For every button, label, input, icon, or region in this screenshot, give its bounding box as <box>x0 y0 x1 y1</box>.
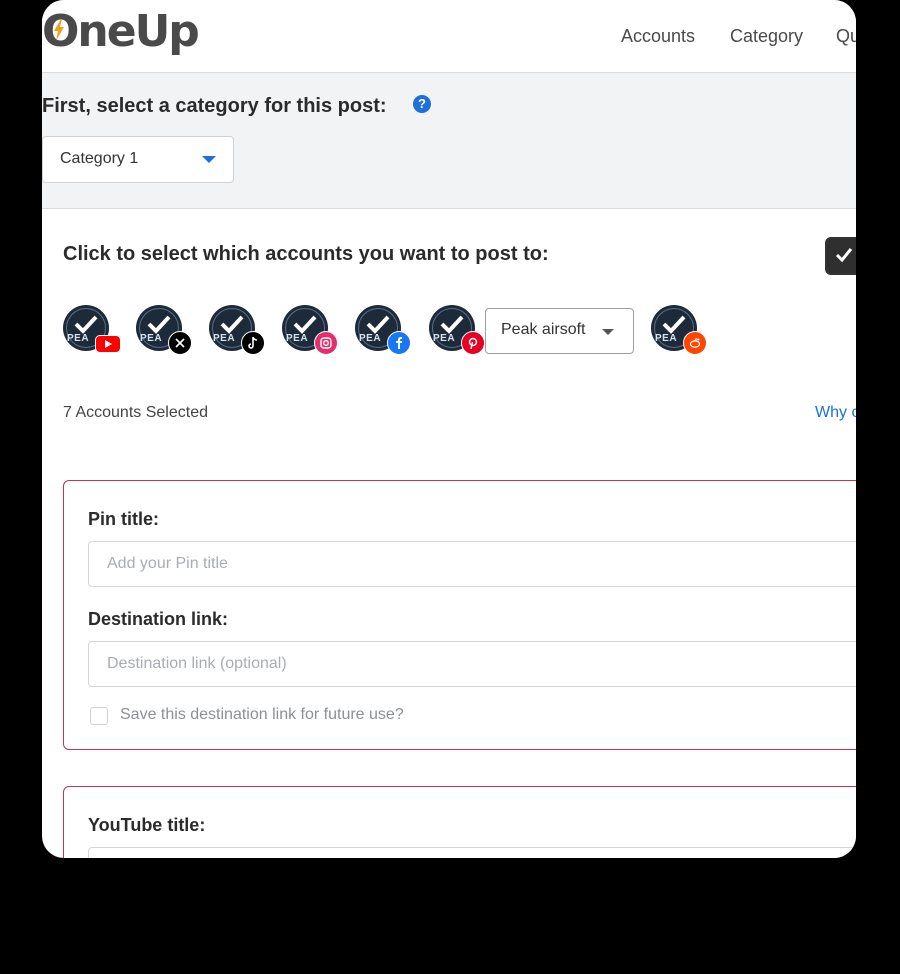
account-youtube[interactable]: PEA <box>63 305 121 353</box>
category-dropdown[interactable]: Category 1 <box>42 136 234 183</box>
category-prompt: First, select a category for this post: <box>42 95 387 117</box>
oneup-logo[interactable]: OneUp <box>42 6 200 57</box>
account-pinterest[interactable]: PEA <box>429 305 485 355</box>
facebook-icon <box>387 331 411 355</box>
caret-down-icon <box>202 156 216 163</box>
why-link[interactable]: Why c <box>815 404 856 422</box>
youtube-title-input[interactable] <box>89 848 856 858</box>
nav-category[interactable]: Category <box>730 26 803 47</box>
checkmark-icon <box>440 315 464 334</box>
instagram-icon <box>314 331 338 355</box>
x-icon <box>168 331 192 355</box>
top-header: OneUp Accounts Category Qu <box>42 0 856 73</box>
bolt-icon <box>54 19 64 41</box>
reddit-icon <box>683 331 707 355</box>
checkmark-icon <box>662 315 686 334</box>
app-window: OneUp Accounts Category Qu First, select… <box>42 0 856 858</box>
save-destination-label: Save this destination link for future us… <box>120 706 404 723</box>
youtube-title-label: YouTube title: <box>88 815 206 835</box>
save-destination-checkbox[interactable] <box>90 707 108 725</box>
nav-accounts[interactable]: Accounts <box>621 26 695 47</box>
pinterest-options-card: Pin title: Destination link: Save this d… <box>63 480 856 750</box>
checkmark-icon <box>366 315 390 334</box>
youtube-title-field[interactable] <box>88 847 856 858</box>
account-reddit[interactable]: PEA <box>651 305 707 355</box>
pinterest-board-dropdown[interactable]: Peak airsoft <box>485 308 634 354</box>
checkmark-icon <box>293 315 317 334</box>
accounts-prompt: Click to select which accounts you want … <box>63 243 549 265</box>
youtube-icon <box>95 335 121 353</box>
help-icon[interactable]: ? <box>413 95 431 113</box>
pin-title-input[interactable] <box>89 542 856 586</box>
destination-link-label: Destination link: <box>88 609 229 629</box>
account-facebook[interactable]: PEA <box>355 305 411 355</box>
nav-queue[interactable]: Qu <box>836 26 856 47</box>
pinterest-board-value: Peak airsoft <box>501 321 586 338</box>
checkmark-icon <box>74 315 98 334</box>
tiktok-icon <box>241 331 265 355</box>
caret-down-icon <box>602 329 614 335</box>
pin-title-label: Pin title: <box>88 509 159 529</box>
category-section: First, select a category for this post: … <box>42 73 856 209</box>
destination-link-input[interactable] <box>89 642 856 686</box>
checkmark-icon <box>835 248 853 263</box>
destination-link-field[interactable] <box>88 641 856 687</box>
account-tiktok[interactable]: PEA <box>209 305 265 355</box>
youtube-options-card: YouTube title: <box>63 786 856 858</box>
pinterest-icon <box>461 331 485 355</box>
account-instagram[interactable]: PEA <box>282 305 338 355</box>
account-x[interactable]: PEA <box>136 305 192 355</box>
select-all-checkbox[interactable] <box>825 237 856 275</box>
checkmark-icon <box>220 315 244 334</box>
pin-title-field[interactable] <box>88 541 856 587</box>
checkmark-icon <box>147 315 171 334</box>
accounts-selected-count: 7 Accounts Selected <box>63 404 208 421</box>
category-dropdown-value: Category 1 <box>60 150 139 167</box>
